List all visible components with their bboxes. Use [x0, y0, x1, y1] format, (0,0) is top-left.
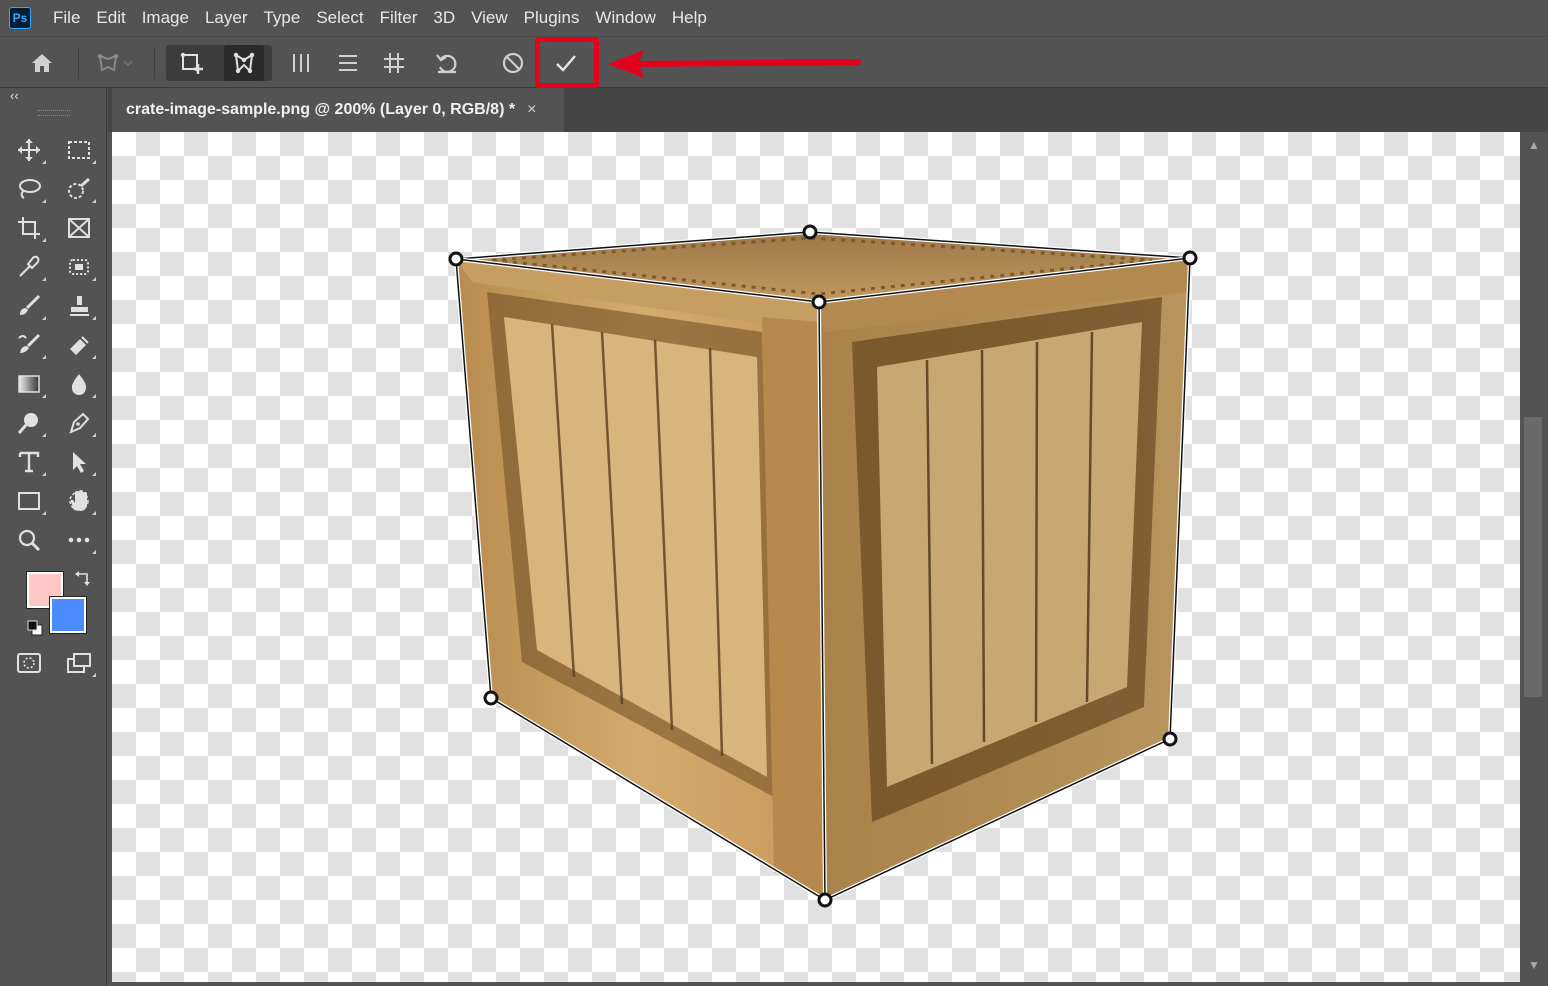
- scrollbar-thumb[interactable]: [1524, 417, 1542, 697]
- vertical-lines-icon[interactable]: [281, 45, 321, 81]
- stamp-icon[interactable]: [62, 289, 96, 323]
- crop-icon[interactable]: [12, 211, 46, 245]
- tools-panel: ‹‹: [0, 88, 107, 986]
- add-quad-icon[interactable]: [172, 45, 212, 81]
- photoshop-logo: Ps: [9, 7, 31, 29]
- annotation-arrow-icon: [608, 50, 861, 78]
- document-tab[interactable]: crate-image-sample.png @ 200% (Layer 0, …: [112, 88, 564, 132]
- scroll-down-icon[interactable]: ▼: [1528, 958, 1540, 972]
- menu-3d[interactable]: 3D: [425, 0, 463, 36]
- default-colors-icon[interactable]: [27, 620, 43, 641]
- hand-icon[interactable]: [62, 484, 96, 518]
- healing-icon[interactable]: [62, 250, 96, 284]
- eyedropper-icon[interactable]: [12, 250, 46, 284]
- home-icon[interactable]: [22, 45, 62, 81]
- canvas[interactable]: [112, 132, 1520, 982]
- chevron-down-icon[interactable]: [118, 45, 138, 81]
- separator: [154, 47, 155, 79]
- warp-icon[interactable]: [224, 45, 264, 81]
- menu-file[interactable]: File: [45, 0, 88, 36]
- path-select-icon[interactable]: [62, 445, 96, 479]
- close-icon[interactable]: ×: [527, 101, 536, 119]
- background-color-swatch[interactable]: [49, 596, 87, 634]
- marquee-icon[interactable]: [62, 133, 96, 167]
- menu-plugins[interactable]: Plugins: [516, 0, 588, 36]
- menu-select[interactable]: Select: [308, 0, 371, 36]
- panel-grip[interactable]: [38, 110, 70, 116]
- eraser-icon[interactable]: [62, 328, 96, 362]
- menu-help[interactable]: Help: [664, 0, 715, 36]
- screen-mode-icon[interactable]: [62, 646, 96, 680]
- separator: [78, 47, 79, 79]
- quick-mask-icon[interactable]: [12, 646, 46, 680]
- menu-image[interactable]: Image: [134, 0, 197, 36]
- gradient-icon[interactable]: [12, 367, 46, 401]
- vertical-scrollbar[interactable]: ▲ ▼: [1520, 132, 1548, 986]
- quick-select-icon[interactable]: [62, 172, 96, 206]
- horizontal-lines-icon[interactable]: [328, 45, 368, 81]
- menu-type[interactable]: Type: [255, 0, 308, 36]
- pen-icon[interactable]: [62, 406, 96, 440]
- more-icon[interactable]: [62, 523, 96, 557]
- reset-icon[interactable]: [427, 45, 467, 81]
- lasso-icon[interactable]: [12, 172, 46, 206]
- brush-icon[interactable]: [12, 289, 46, 323]
- collapse-icon[interactable]: ‹‹: [10, 88, 19, 103]
- dodge-icon[interactable]: [12, 406, 46, 440]
- history-brush-icon[interactable]: [12, 328, 46, 362]
- type-icon[interactable]: [12, 445, 46, 479]
- zoom-icon[interactable]: [12, 523, 46, 557]
- menu-view[interactable]: View: [463, 0, 516, 36]
- document-tab-bar: crate-image-sample.png @ 200% (Layer 0, …: [108, 88, 1548, 132]
- cancel-icon[interactable]: [493, 45, 533, 81]
- frame-icon[interactable]: [62, 211, 96, 245]
- rectangle-icon[interactable]: [12, 484, 46, 518]
- scroll-up-icon[interactable]: ▲: [1528, 138, 1540, 152]
- swap-colors-icon[interactable]: [74, 570, 92, 593]
- crate-image: [448, 224, 1198, 908]
- grid-icon[interactable]: [374, 45, 414, 81]
- menu-layer[interactable]: Layer: [197, 0, 256, 36]
- menu-edit[interactable]: Edit: [88, 0, 133, 36]
- menu-window[interactable]: Window: [587, 0, 663, 36]
- commit-highlight-box: [535, 37, 599, 88]
- document-title: crate-image-sample.png @ 200% (Layer 0, …: [126, 101, 516, 118]
- move-icon[interactable]: [12, 133, 46, 167]
- menu-filter[interactable]: Filter: [372, 0, 426, 36]
- menu-bar: Ps File Edit Image Layer Type Select Fil…: [0, 0, 1548, 36]
- blur-icon[interactable]: [62, 367, 96, 401]
